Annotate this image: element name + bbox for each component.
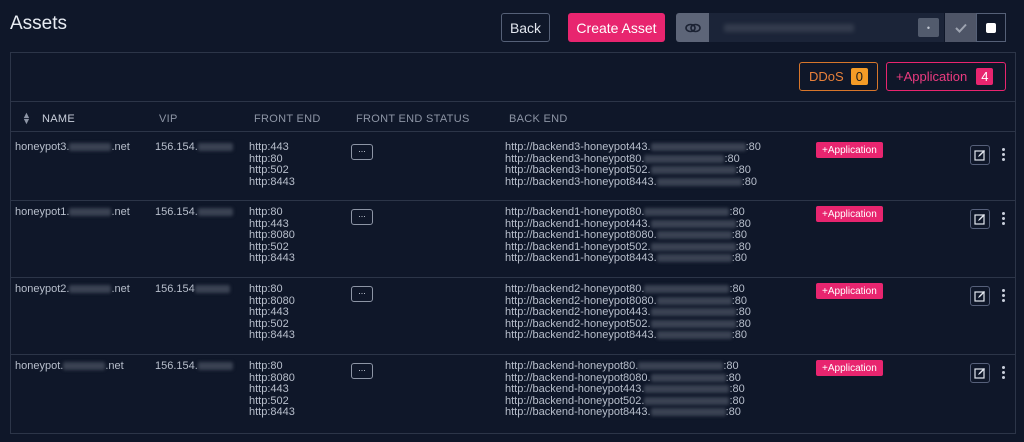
front-end-item: http:8443	[249, 252, 295, 265]
redacted-text	[69, 143, 112, 152]
edit-icon	[974, 150, 985, 161]
redacted-text	[197, 208, 233, 217]
asset-name-suffix: .net	[111, 206, 130, 218]
application-label: +Application	[896, 69, 968, 84]
application-tag[interactable]: +Application	[816, 206, 883, 222]
edit-icon	[974, 214, 985, 225]
kebab-icon[interactable]	[1000, 366, 1006, 379]
front-end-item: http:80	[249, 360, 283, 372]
front-end-status-button[interactable]: ...	[351, 144, 373, 160]
option-button[interactable]: •	[918, 18, 939, 37]
row-divider	[11, 277, 1015, 278]
vip-text: 156.154	[155, 283, 195, 295]
asset-name[interactable]: honeypot2. .net	[15, 283, 130, 296]
redacted-text	[724, 24, 854, 32]
vip-text: 156.154.	[155, 206, 198, 218]
select-checkbox[interactable]	[976, 13, 1006, 42]
kebab-icon[interactable]	[1000, 212, 1006, 225]
back-end-list: http://backend3-honeypot443.:80 http://b…	[505, 141, 761, 188]
front-end-list: http:80 http:8080 http:443 http:502 http…	[249, 283, 295, 342]
back-button[interactable]: Back	[501, 13, 550, 42]
ddos-label: DDoS	[809, 69, 844, 84]
page-title: Assets	[10, 13, 68, 34]
checkbox-box	[986, 22, 996, 33]
application-tag[interactable]: +Application	[816, 283, 883, 299]
edit-button[interactable]	[970, 363, 990, 383]
asset-vip: 156.154.	[155, 206, 233, 219]
front-end-item: http:80	[249, 206, 283, 218]
asset-name-suffix: .net	[111, 141, 130, 153]
column-header-front-end-status: FRONT END STATUS	[356, 113, 470, 125]
filter-input[interactable]	[709, 13, 944, 42]
create-asset-button[interactable]: Create Asset	[568, 13, 665, 42]
back-end-list: http://backend-honeypot80.:80 http://bac…	[505, 360, 745, 419]
redacted-text	[63, 362, 106, 371]
back-end-list: http://backend2-honeypot80.:80 http://ba…	[505, 283, 751, 342]
redacted-text	[194, 285, 230, 294]
link-toggle[interactable]	[676, 13, 709, 42]
row-divider	[11, 200, 1015, 201]
asset-name-suffix: .net	[105, 360, 124, 372]
link-icon	[684, 23, 701, 32]
application-filter-badge[interactable]: +Application 4	[886, 62, 1006, 91]
application-tag[interactable]: +Application	[816, 360, 883, 376]
asset-name-prefix: honeypot3.	[15, 141, 70, 153]
redacted-text	[197, 362, 233, 371]
asset-name-suffix: .net	[111, 283, 130, 295]
confirm-button[interactable]	[945, 13, 976, 42]
asset-name-prefix: honeypot.	[15, 360, 64, 372]
asset-vip: 156.154.	[155, 141, 233, 154]
front-end-item: http:8443	[249, 175, 295, 188]
front-end-list: http:443 http:80 http:502 http:8443	[249, 141, 295, 188]
vip-text: 156.154.	[155, 360, 198, 372]
asset-name-prefix: honeypot1.	[15, 206, 70, 218]
front-end-status-button[interactable]: ...	[351, 286, 373, 302]
check-icon	[954, 23, 967, 33]
edit-icon	[974, 368, 985, 379]
front-end-item: http:80	[249, 283, 283, 295]
back-end-item: http://backend-honeypot8443.:80	[505, 406, 741, 419]
column-header-name[interactable]: NAME	[42, 113, 75, 125]
edit-button[interactable]	[970, 286, 990, 306]
ddos-count: 0	[850, 68, 868, 85]
back-end-item: http://backend3-honeypot8443.:80	[505, 175, 757, 188]
front-end-status-button[interactable]: ...	[351, 363, 373, 379]
back-end-item: http://backend1-honeypot8443.:80	[505, 252, 747, 265]
application-count: 4	[976, 68, 994, 85]
back-end-list: http://backend1-honeypot80.:80 http://ba…	[505, 206, 751, 265]
vip-text: 156.154.	[155, 141, 198, 153]
back-end-item: http://backend2-honeypot8443.:80	[505, 329, 747, 342]
column-header-front-end: FRONT END	[254, 113, 321, 125]
front-end-item: http:443	[249, 141, 289, 153]
row-divider	[11, 354, 1015, 355]
asset-name-prefix: honeypot2.	[15, 283, 70, 295]
column-header-vip: VIP	[159, 113, 178, 125]
asset-name[interactable]: honeypot3. .net	[15, 141, 130, 154]
sort-icon[interactable]: ▲ ▼	[22, 111, 31, 126]
edit-button[interactable]	[970, 145, 990, 165]
asset-name[interactable]: honeypot1. .net	[15, 206, 130, 219]
redacted-text	[69, 208, 112, 217]
front-end-item: http:8443	[249, 406, 295, 419]
redacted-text	[197, 143, 233, 152]
header-divider-top	[11, 101, 1015, 102]
application-tag[interactable]: +Application	[816, 142, 883, 158]
redacted-text	[69, 285, 112, 294]
asset-name[interactable]: honeypot. .net	[15, 360, 124, 373]
header-divider-bottom	[11, 131, 1015, 132]
ddos-filter-badge[interactable]: DDoS 0	[799, 62, 878, 91]
asset-vip: 156.154.	[155, 360, 233, 373]
edit-icon	[974, 291, 985, 302]
kebab-icon[interactable]	[1000, 289, 1006, 302]
front-end-status-button[interactable]: ...	[351, 209, 373, 225]
edit-button[interactable]	[970, 209, 990, 229]
front-end-item: http:8443	[249, 329, 295, 342]
front-end-list: http:80 http:443 http:8080 http:502 http…	[249, 206, 295, 265]
column-header-back-end: BACK END	[509, 113, 568, 125]
kebab-icon[interactable]	[1000, 148, 1006, 161]
asset-vip: 156.154	[155, 283, 230, 296]
front-end-list: http:80 http:8080 http:443 http:502 http…	[249, 360, 295, 419]
